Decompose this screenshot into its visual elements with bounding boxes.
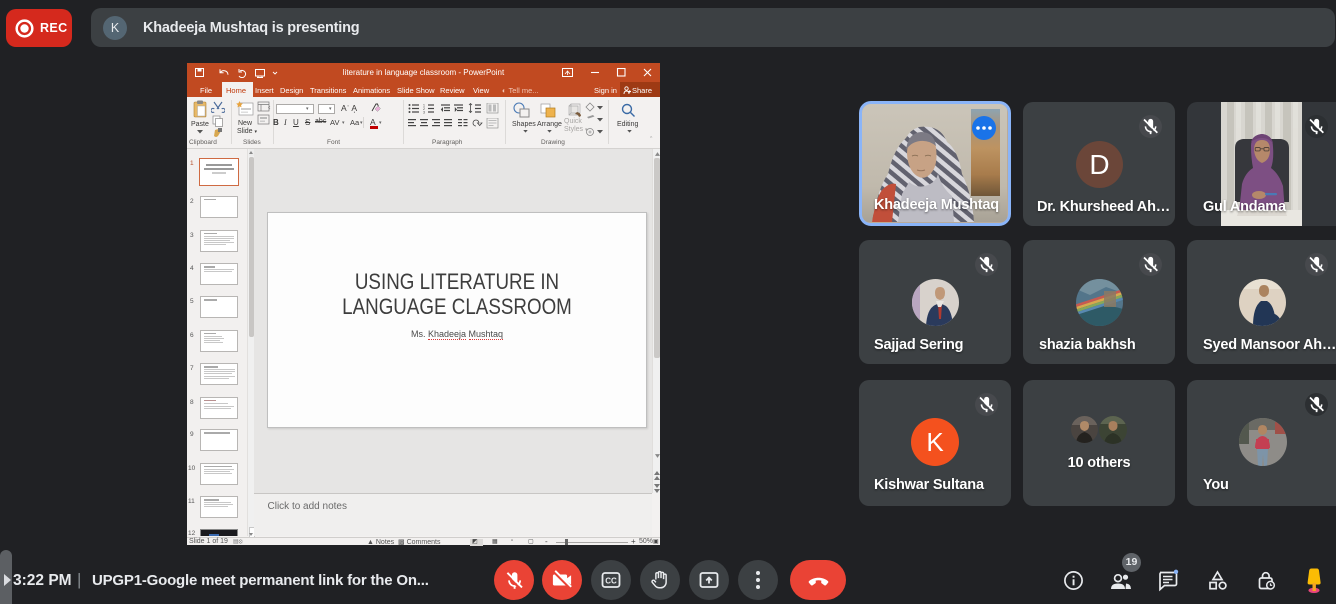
svg-text:CC: CC: [605, 577, 617, 586]
svg-text:3: 3: [423, 111, 425, 115]
